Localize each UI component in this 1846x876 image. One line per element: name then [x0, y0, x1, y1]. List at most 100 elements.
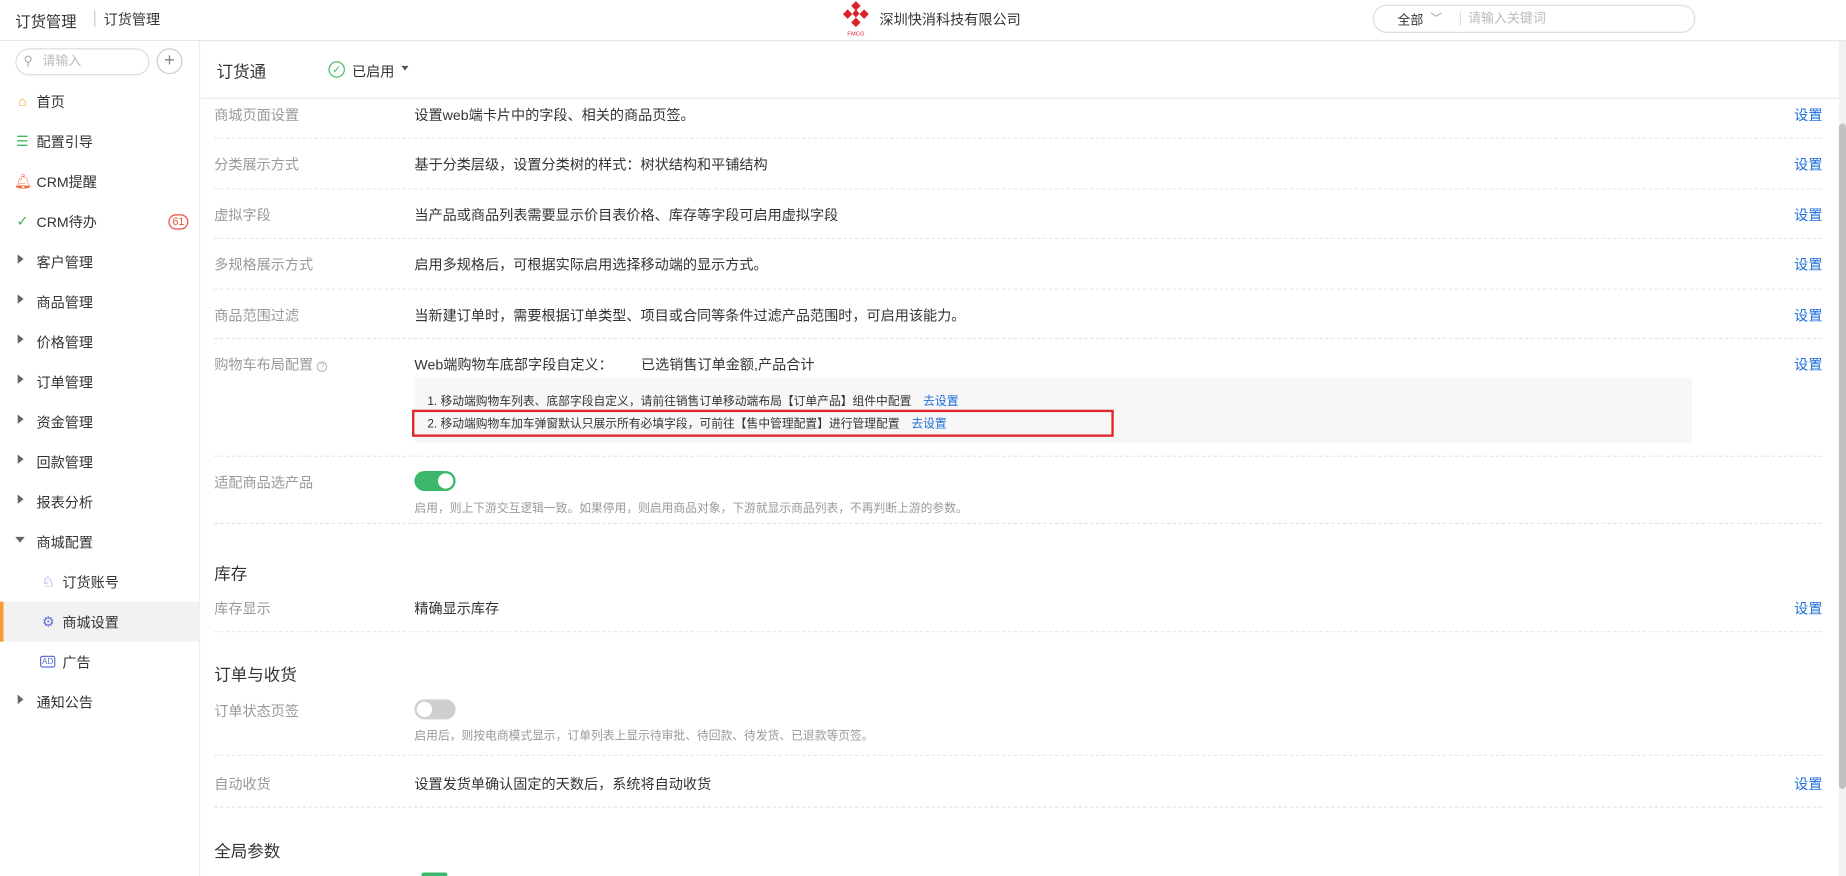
check-circle-icon: ✓ [328, 61, 345, 78]
company-logo-icon: FMCG [842, 1, 869, 37]
setting-label: 多规格展示方式 [214, 256, 314, 274]
search-input[interactable] [1468, 9, 1681, 29]
section-title-global: 全局参数 [214, 841, 281, 861]
sidebar-item-orders[interactable]: 订单管理 [0, 361, 199, 401]
setting-label: 自动收货 [214, 775, 271, 793]
sidebar-item-label: 商品管理 [36, 294, 94, 311]
settings-link[interactable]: 设置 [1794, 254, 1822, 274]
sidebar-item-pricing[interactable]: 价格管理 [0, 321, 199, 361]
sidebar-item-label: 商城设置 [62, 614, 119, 632]
scrollbar[interactable] [1838, 41, 1846, 876]
setting-label: 商品范围过滤 [214, 307, 300, 324]
setting-description: 设置web端卡片中的字段、相关的商品页签。 [414, 107, 695, 124]
sidebar-item-reports[interactable]: 报表分析 [0, 482, 199, 522]
settings-link[interactable]: 设置 [1794, 154, 1822, 174]
setting-row-auto-receipt: 自动收货 设置发货单确认固定的天数后，系统将自动收货 设置 [214, 756, 1823, 808]
sidebar-item-products[interactable]: 商品管理 [0, 281, 199, 321]
setting-label: 分类展示方式 [214, 156, 300, 174]
sidebar-item-crm-reminder[interactable]: 🔔︎ CRM提醒 [0, 161, 199, 201]
page-title: 订货通 [216, 62, 267, 82]
content-header: 订货通 ✓ 已启用 [201, 42, 1839, 99]
sidebar-item-funds[interactable]: 资金管理 [0, 401, 199, 441]
todo-count-badge: 61 [168, 214, 189, 230]
settings-link[interactable]: 设置 [1794, 305, 1822, 325]
sidebar-item-label: 订货账号 [62, 574, 119, 592]
caret-down-icon [15, 536, 25, 543]
app-root: 订货管理 订货管理 FMCG 深圳快消科技有限公司 全部 ﹀ ⚲ + [0, 0, 1846, 876]
caret-right-icon [17, 494, 24, 504]
sidebar-item-mall-settings[interactable]: ⚙ 商城设置 [0, 601, 199, 642]
svg-text:FMCG: FMCG [847, 31, 865, 37]
sidebar-item-label: 客户管理 [36, 254, 94, 271]
caret-down-icon[interactable] [401, 65, 409, 71]
setting-row-inventory: 库存显示 精确显示库存 设置 [214, 586, 1823, 633]
scrollbar-thumb[interactable] [1838, 123, 1846, 789]
sidebar-item-label: 回款管理 [36, 454, 94, 471]
breadcrumb[interactable]: 订货管理 [104, 9, 161, 29]
check-circle-icon: ✓ [16, 213, 29, 230]
sidebar-item-order-account[interactable]: ♘ 订货账号 [0, 562, 199, 602]
bell-icon: 🔔︎ [14, 173, 33, 190]
sidebar-item-label: 资金管理 [36, 414, 94, 431]
sidebar-item-crm-todo[interactable]: ✓ CRM待办 61 [0, 201, 199, 241]
top-bar: 订货管理 订货管理 FMCG 深圳快消科技有限公司 全部 ﹀ [0, 0, 1846, 42]
sidebar-item-mall-config[interactable]: 商城配置 [0, 522, 199, 562]
sidebar-item-label: 订单管理 [36, 374, 94, 391]
setting-description: 当新建订单时，需要根据订单类型、项目或合同等条件过滤产品范围时，可启用该能力。 [414, 307, 966, 324]
setting-label: 库存显示 [214, 600, 271, 617]
setting-hint: 启用后，则按电商模式显示，订单列表上显示待审批、待回款、待发货、已退款等页签。 [414, 729, 874, 743]
sidebar-item-label: CRM提醒 [36, 174, 97, 191]
setting-row-virtual-fields: 虚拟字段 当产品或商品列表需要显示价目表价格、库存等字段可启用虚拟字段 设置 [214, 190, 1823, 240]
sidebar-item-label: 广告 [62, 654, 91, 672]
chevron-down-icon[interactable]: ﹀ [1430, 8, 1442, 26]
caret-right-icon [17, 254, 24, 264]
sidebar-item-label: 报表分析 [36, 494, 94, 511]
cart-note-1: 1. 移动端购物车列表、底部字段自定义，请前往销售订单移动端布局【订单产品】组件… [427, 395, 959, 409]
caret-right-icon [17, 294, 24, 304]
setting-value: 精确显示库存 [414, 600, 500, 617]
settings-link[interactable]: 设置 [1794, 105, 1822, 125]
settings-link[interactable]: 设置 [1794, 205, 1822, 225]
setting-label: 购物车布局配置? [214, 354, 328, 374]
sidebar-item-notices[interactable]: 通知公告 [0, 682, 199, 722]
go-settings-link[interactable]: 去设置 [923, 396, 958, 409]
sidebar: ⚲ + ⌂ 首页 ☰ 配置引导 🔔︎ CRM提醒 ✓ CRM待办 61 客户管理… [0, 41, 201, 876]
help-icon[interactable]: ? [316, 361, 328, 373]
settings-link[interactable]: 设置 [1794, 774, 1822, 794]
toggle-knob [437, 473, 454, 489]
account-icon: ♘ [41, 573, 55, 590]
sidebar-search: ⚲ [15, 48, 150, 76]
sidebar-search-input[interactable] [42, 54, 144, 69]
section-title-inventory: 库存 [214, 563, 248, 583]
adapt-product-toggle[interactable] [414, 470, 456, 491]
sidebar-item-label: 价格管理 [36, 334, 94, 351]
global-param-toggle[interactable] [421, 872, 448, 876]
setting-row-order-tabs: 订单状态页签 启用后，则按电商模式显示，订单列表上显示待审批、待回款、待发货、已… [214, 689, 1823, 756]
sidebar-item-ads[interactable]: AD 广告 [0, 642, 199, 682]
sidebar-item-home[interactable]: ⌂ 首页 [0, 81, 199, 121]
setting-row-adapt-product: 适配商品选产品 启用，则上下游交互逻辑一致。如果停用，则启用商品对象，下游就显示… [214, 457, 1823, 524]
status-dropdown[interactable]: 已启用 [352, 61, 394, 81]
caret-right-icon [17, 694, 24, 705]
sidebar-item-payments[interactable]: 回款管理 [0, 442, 199, 482]
setting-description: 当产品或商品列表需要显示价目表价格、库存等字段可启用虚拟字段 [414, 207, 839, 224]
order-tabs-toggle[interactable] [414, 699, 456, 720]
sidebar-item-guide[interactable]: ☰ 配置引导 [0, 121, 199, 161]
settings-icon: ⚙ [41, 613, 55, 630]
divider [1459, 11, 1462, 26]
app-title[interactable]: 订货管理 [15, 9, 76, 31]
settings-link[interactable]: 设置 [1794, 354, 1822, 374]
caret-right-icon [17, 414, 24, 424]
setting-row-product-filter: 商品范围过滤 当新建订单时，需要根据订单类型、项目或合同等条件过滤产品范围时，可… [214, 290, 1823, 340]
search-scope-select[interactable]: 全部 [1397, 11, 1423, 30]
settings-link[interactable]: 设置 [1794, 598, 1822, 618]
setting-label: 订单状态页签 [214, 702, 300, 720]
setting-row-mall-page: 商城页面设置 设置web端卡片中的字段、相关的商品页签。 设置 [214, 99, 1823, 139]
sidebar-item-label: CRM待办 [36, 214, 97, 231]
sidebar-item-customers[interactable]: 客户管理 [0, 241, 199, 281]
add-button[interactable]: + [156, 48, 183, 75]
caret-right-icon [17, 454, 24, 464]
setting-description: 启用多规格后，可根据实际启用选择移动端的显示方式。 [414, 256, 768, 274]
setting-row-category-display: 分类展示方式 基于分类层级，设置分类树的样式：树状结构和平铺结构 设置 [214, 139, 1823, 190]
global-search: 全部 ﹀ [1372, 4, 1696, 33]
